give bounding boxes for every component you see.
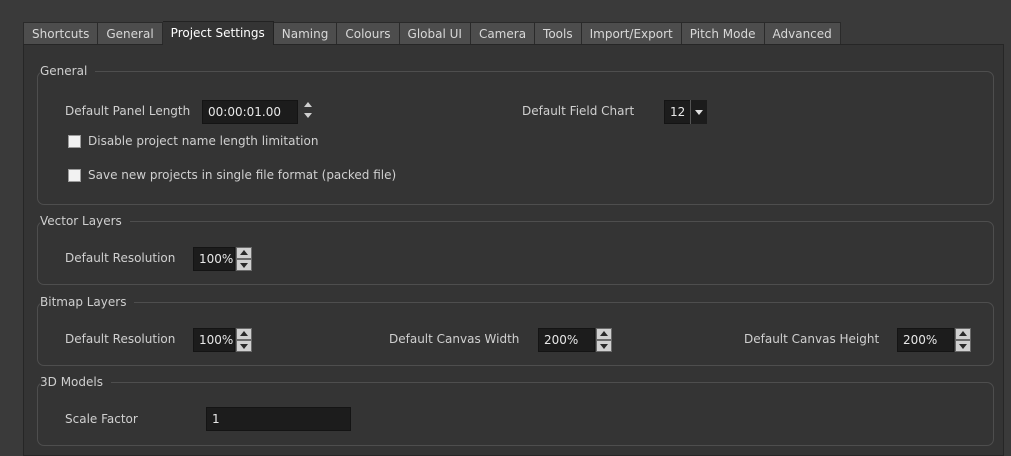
vector-layers-group-title: Vector Layers: [40, 212, 130, 230]
chevron-up-icon: [304, 102, 312, 107]
chevron-up-icon[interactable]: [236, 247, 252, 259]
bitmap-resolution-input[interactable]: 100%: [193, 328, 235, 352]
3d-models-group-title: 3D Models: [40, 373, 111, 391]
canvas-height-stepper[interactable]: [955, 328, 971, 352]
chevron-down-icon[interactable]: [596, 340, 612, 352]
panel-length-input[interactable]: 00:00:01.00: [202, 100, 298, 124]
chevron-down-icon[interactable]: [236, 340, 252, 352]
tab-shortcuts[interactable]: Shortcuts: [23, 22, 99, 45]
bitmap-resolution-stepper[interactable]: [236, 328, 252, 352]
tab-global-ui[interactable]: Global UI: [399, 22, 471, 45]
project-settings-panel: General Default Panel Length 00:00:01.00…: [23, 44, 1004, 456]
vector-resolution-input[interactable]: 100%: [193, 247, 235, 271]
chevron-up-icon[interactable]: [236, 328, 252, 340]
bitmap-layers-group-title: Bitmap Layers: [40, 293, 135, 311]
canvas-width-label: Default Canvas Width: [389, 332, 520, 346]
disable-name-limit-checkbox[interactable]: [68, 135, 81, 148]
panel-length-label: Default Panel Length: [65, 104, 191, 118]
chevron-down-icon[interactable]: [955, 340, 971, 352]
chevron-down-icon: [304, 113, 312, 118]
canvas-height-label: Default Canvas Height: [744, 332, 880, 346]
general-group: General Default Panel Length 00:00:01.00…: [37, 62, 994, 205]
scale-factor-input[interactable]: 1: [206, 407, 351, 431]
tab-general[interactable]: General: [98, 22, 163, 45]
general-group-title: General: [40, 62, 96, 80]
single-file-label: Save new projects in single file format …: [88, 168, 397, 182]
single-file-checkbox[interactable]: [68, 169, 81, 182]
bitmap-layers-group: Bitmap Layers Default Resolution 100% De…: [37, 293, 994, 366]
tab-advanced[interactable]: Advanced: [764, 22, 841, 45]
tab-tools[interactable]: Tools: [535, 22, 582, 45]
panel-length-stepper[interactable]: [303, 101, 313, 121]
vector-resolution-label: Default Resolution: [65, 251, 176, 265]
chevron-up-icon[interactable]: [596, 328, 612, 340]
field-chart-dropdown-button[interactable]: [690, 100, 707, 124]
preferences-tab-bar: Shortcuts General Project Settings Namin…: [23, 21, 841, 45]
tab-colours[interactable]: Colours: [337, 22, 400, 45]
canvas-height-input[interactable]: 200%: [897, 328, 954, 352]
chevron-up-icon[interactable]: [955, 328, 971, 340]
chevron-down-icon[interactable]: [236, 259, 252, 271]
bitmap-resolution-label: Default Resolution: [65, 332, 176, 346]
disable-name-limit-label: Disable project name length limitation: [88, 134, 319, 148]
tab-pitch-mode[interactable]: Pitch Mode: [681, 22, 765, 45]
canvas-width-input[interactable]: 200%: [538, 328, 595, 352]
tab-naming[interactable]: Naming: [273, 22, 338, 45]
vector-layers-group: Vector Layers Default Resolution 100%: [37, 212, 994, 285]
canvas-width-stepper[interactable]: [596, 328, 612, 352]
tab-camera[interactable]: Camera: [470, 22, 536, 45]
vector-resolution-stepper[interactable]: [236, 247, 252, 271]
field-chart-label: Default Field Chart: [522, 104, 635, 118]
tab-project-settings[interactable]: Project Settings: [162, 21, 274, 45]
scale-factor-label: Scale Factor: [65, 412, 138, 426]
3d-models-group: 3D Models Scale Factor 1: [37, 373, 994, 446]
tab-import-export[interactable]: Import/Export: [581, 22, 682, 45]
